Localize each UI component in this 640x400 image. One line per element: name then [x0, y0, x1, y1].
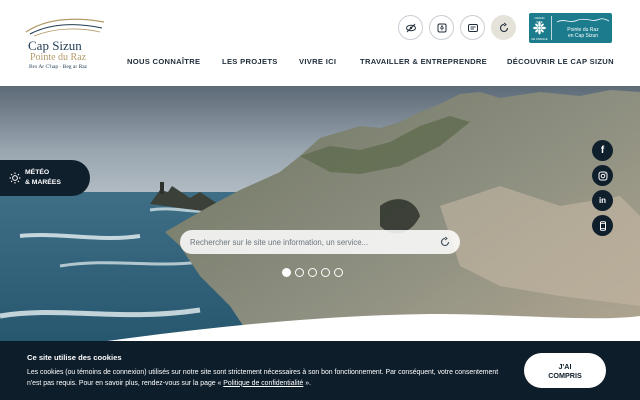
- grand-site-badge-top: GRAND SITE: [534, 16, 545, 24]
- accept-cookies-button[interactable]: J'AI COMPRIS: [524, 353, 606, 388]
- facebook-link[interactable]: f: [592, 140, 613, 161]
- instagram-icon: [598, 171, 607, 180]
- linkedin-link[interactable]: in: [592, 190, 613, 211]
- grand-site-name-line2: en Cap Sizun: [567, 33, 599, 39]
- tool-accessibility-button[interactable]: [429, 15, 454, 40]
- hero-search-bar: [180, 230, 460, 254]
- tool-translate-button[interactable]: [460, 15, 485, 40]
- instagram-link[interactable]: [592, 165, 613, 186]
- cookie-title: Ce site utilise des cookies: [27, 353, 122, 362]
- grand-site-badge-bottom: DE FRANCE: [531, 37, 548, 41]
- meteo-label: MÉTÉO: [25, 169, 50, 176]
- search-submit-icon[interactable]: [439, 236, 451, 248]
- slider-dot-4[interactable]: [321, 268, 330, 277]
- nav-vivre-ici[interactable]: VIVRE ICI: [299, 57, 336, 66]
- linkedin-icon: in: [598, 196, 607, 205]
- facebook-icon: f: [600, 145, 605, 156]
- nav-travailler-entreprendre[interactable]: TRAVAILLER & ENTREPRENDRE: [360, 57, 487, 66]
- grand-site-de-france-logo[interactable]: GRAND SITE DE FRANCE Pointe du Raz en Ca…: [529, 13, 612, 43]
- cookie-text-after: ».: [303, 379, 312, 387]
- nav-nous-connaitre[interactable]: NOUS CONNAÎTRE: [127, 57, 200, 66]
- nav-les-projets[interactable]: LES PROJETS: [222, 57, 278, 66]
- logo-swoosh-icon: [25, 18, 105, 37]
- privacy-policy-link[interactable]: Politique de confidentialité: [223, 380, 303, 387]
- cookie-text: Les cookies (ou témoins de connexion) ut…: [27, 368, 507, 389]
- search-icon: [499, 22, 508, 32]
- slider-dot-2[interactable]: [295, 268, 304, 277]
- logo-subtitle: Pointe du Raz: [30, 52, 87, 63]
- mobile-icon: [599, 220, 606, 231]
- nav-decouvrir-cap-sizun[interactable]: DÉCOUVRIR LE CAP SIZUN: [507, 57, 614, 66]
- eye-off-icon: [405, 23, 416, 32]
- slider-dot-1[interactable]: [282, 268, 291, 277]
- tool-search-button[interactable]: [491, 15, 516, 40]
- accept-label-line2: COMPRIS: [548, 370, 582, 380]
- toolbar: [398, 15, 516, 40]
- logo-tagline: Bro Ar C'hap · Beg ar Raz: [29, 64, 88, 70]
- site-header: Cap Sizun Pointe du Raz Bro Ar C'hap · B…: [0, 0, 640, 86]
- translate-icon: [467, 23, 478, 32]
- mobile-app-link[interactable]: [592, 215, 613, 236]
- search-input[interactable]: [190, 230, 435, 254]
- site-logo[interactable]: Cap Sizun Pointe du Raz Bro Ar C'hap · B…: [20, 14, 106, 74]
- cookie-banner: Ce site utilise des cookies Les cookies …: [0, 341, 640, 400]
- tool-hide-images-button[interactable]: [398, 15, 423, 40]
- coastline-icon: [556, 18, 610, 23]
- accessibility-icon: [437, 23, 446, 32]
- sun-icon: [9, 172, 21, 184]
- page: Cap Sizun Pointe du Raz Bro Ar C'hap · B…: [0, 0, 640, 400]
- marees-label: & MARÉES: [25, 179, 61, 186]
- accept-label-line1: J'AI: [558, 361, 572, 371]
- grand-site-divider: [551, 16, 552, 40]
- slider-dot-5[interactable]: [334, 268, 343, 277]
- meteo-marees-button[interactable]: MÉTÉO & MARÉES: [0, 160, 90, 196]
- slider-dot-3[interactable]: [308, 268, 317, 277]
